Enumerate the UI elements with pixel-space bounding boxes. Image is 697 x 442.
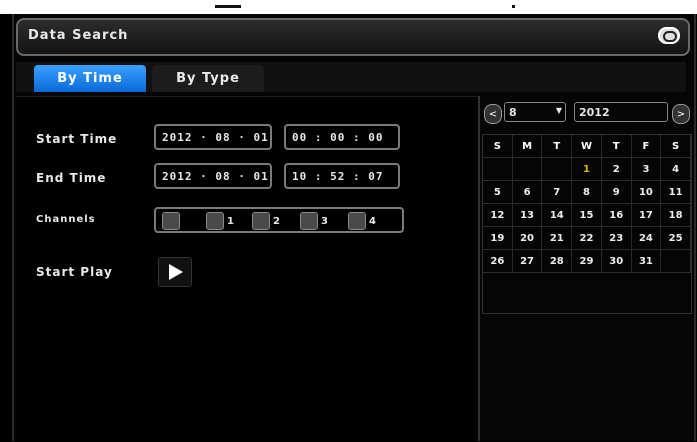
channels-group: 1 2 3 4 bbox=[154, 207, 404, 233]
panel-divider bbox=[478, 96, 480, 441]
top-strip bbox=[0, 0, 697, 14]
calendar-grid: S M T W T F S 1 2 3 4 5 6 7 8 9 10 11 12 13 14 15 16 17 18 19 20 21… bbox=[482, 134, 692, 314]
calendar-day[interactable]: 9 bbox=[601, 181, 632, 204]
calendar-day[interactable]: 15 bbox=[572, 204, 602, 227]
year-field[interactable]: 2012 bbox=[574, 102, 668, 122]
calendar-day[interactable]: 27 bbox=[512, 250, 543, 273]
calendar-header: < 8 ▼ 2012 > bbox=[482, 100, 690, 126]
tab-bar: By Time By Type bbox=[16, 62, 686, 92]
window-title: Data Search bbox=[28, 28, 129, 43]
calendar-day[interactable]: 20 bbox=[512, 227, 543, 250]
channel-4[interactable]: 4 bbox=[348, 212, 376, 230]
calendar-day[interactable]: 24 bbox=[631, 227, 662, 250]
end-time-field[interactable]: 10 : 52 : 07 bbox=[284, 163, 400, 189]
channel-checkbox[interactable] bbox=[348, 212, 366, 230]
close-button[interactable] bbox=[658, 27, 680, 44]
channels-label: Channels bbox=[36, 214, 96, 225]
strip-mark bbox=[215, 5, 241, 8]
channel-all[interactable] bbox=[162, 212, 183, 230]
calendar-day[interactable]: 16 bbox=[601, 204, 632, 227]
calendar-day[interactable]: 31 bbox=[631, 250, 662, 273]
calendar-day[interactable]: 14 bbox=[542, 204, 573, 227]
calendar-day[interactable]: 25 bbox=[661, 227, 691, 250]
start-date-field[interactable]: 2012 · 08 · 01 bbox=[154, 124, 272, 150]
prev-month-button[interactable]: < bbox=[484, 104, 502, 124]
end-date-field[interactable]: 2012 · 08 · 01 bbox=[154, 163, 272, 189]
calendar-day[interactable]: 19 bbox=[483, 227, 513, 250]
weekday-header: S bbox=[661, 135, 691, 158]
calendar-day[interactable]: 8 bbox=[572, 181, 602, 204]
calendar-day[interactable]: 23 bbox=[601, 227, 632, 250]
month-select[interactable]: 8 ▼ bbox=[504, 102, 566, 122]
calendar-empty-cell bbox=[512, 158, 543, 181]
calendar-day[interactable]: 22 bbox=[572, 227, 602, 250]
next-month-button[interactable]: > bbox=[672, 104, 690, 124]
calendar-day[interactable]: 10 bbox=[631, 181, 662, 204]
calendar-day[interactable]: 11 bbox=[661, 181, 691, 204]
channel-2[interactable]: 2 bbox=[252, 212, 280, 230]
strip-mark bbox=[512, 5, 515, 8]
weekday-header: W bbox=[572, 135, 602, 158]
start-time-field[interactable]: 00 : 00 : 00 bbox=[284, 124, 400, 150]
calendar-day[interactable]: 29 bbox=[572, 250, 602, 273]
calendar-day[interactable]: 4 bbox=[661, 158, 691, 181]
calendar-day[interactable]: 6 bbox=[512, 181, 543, 204]
search-form: Start Time 2012 · 08 · 01 00 : 00 : 00 E… bbox=[16, 96, 478, 442]
weekday-header: T bbox=[601, 135, 632, 158]
calendar-empty-cell bbox=[661, 250, 691, 273]
calendar-day[interactable]: 5 bbox=[483, 181, 513, 204]
calendar-day[interactable]: 3 bbox=[631, 158, 662, 181]
end-time-label: End Time bbox=[36, 171, 107, 185]
calendar-day[interactable]: 21 bbox=[542, 227, 573, 250]
calendar-day[interactable]: 28 bbox=[542, 250, 573, 273]
calendar-day[interactable]: 7 bbox=[542, 181, 573, 204]
title-bar: Data Search bbox=[16, 18, 690, 56]
calendar-day[interactable]: 18 bbox=[661, 204, 691, 227]
calendar-day[interactable]: 13 bbox=[512, 204, 543, 227]
calendar-empty-cell bbox=[483, 158, 513, 181]
channel-checkbox[interactable] bbox=[162, 212, 180, 230]
calendar-day[interactable]: 12 bbox=[483, 204, 513, 227]
tab-by-type[interactable]: By Type bbox=[152, 65, 264, 92]
weekday-header: S bbox=[483, 135, 513, 158]
channel-3[interactable]: 3 bbox=[300, 212, 328, 230]
calendar-empty-cell bbox=[542, 158, 573, 181]
calendar-day[interactable]: 1 bbox=[572, 158, 602, 181]
weekday-header: T bbox=[542, 135, 573, 158]
start-play-label: Start Play bbox=[36, 265, 113, 279]
channel-checkbox[interactable] bbox=[206, 212, 224, 230]
channel-checkbox[interactable] bbox=[252, 212, 270, 230]
weekday-header: F bbox=[631, 135, 662, 158]
tab-by-time[interactable]: By Time bbox=[34, 65, 146, 92]
channel-1[interactable]: 1 bbox=[206, 212, 234, 230]
weekday-header: M bbox=[512, 135, 543, 158]
chevron-down-icon: ▼ bbox=[555, 106, 562, 115]
channel-checkbox[interactable] bbox=[300, 212, 318, 230]
calendar-day[interactable]: 30 bbox=[601, 250, 632, 273]
calendar-day[interactable]: 2 bbox=[601, 158, 632, 181]
start-time-label: Start Time bbox=[36, 132, 118, 146]
calendar-day[interactable]: 17 bbox=[631, 204, 662, 227]
play-icon[interactable] bbox=[158, 257, 192, 287]
month-value: 8 bbox=[509, 105, 517, 119]
calendar-day[interactable]: 26 bbox=[483, 250, 513, 273]
